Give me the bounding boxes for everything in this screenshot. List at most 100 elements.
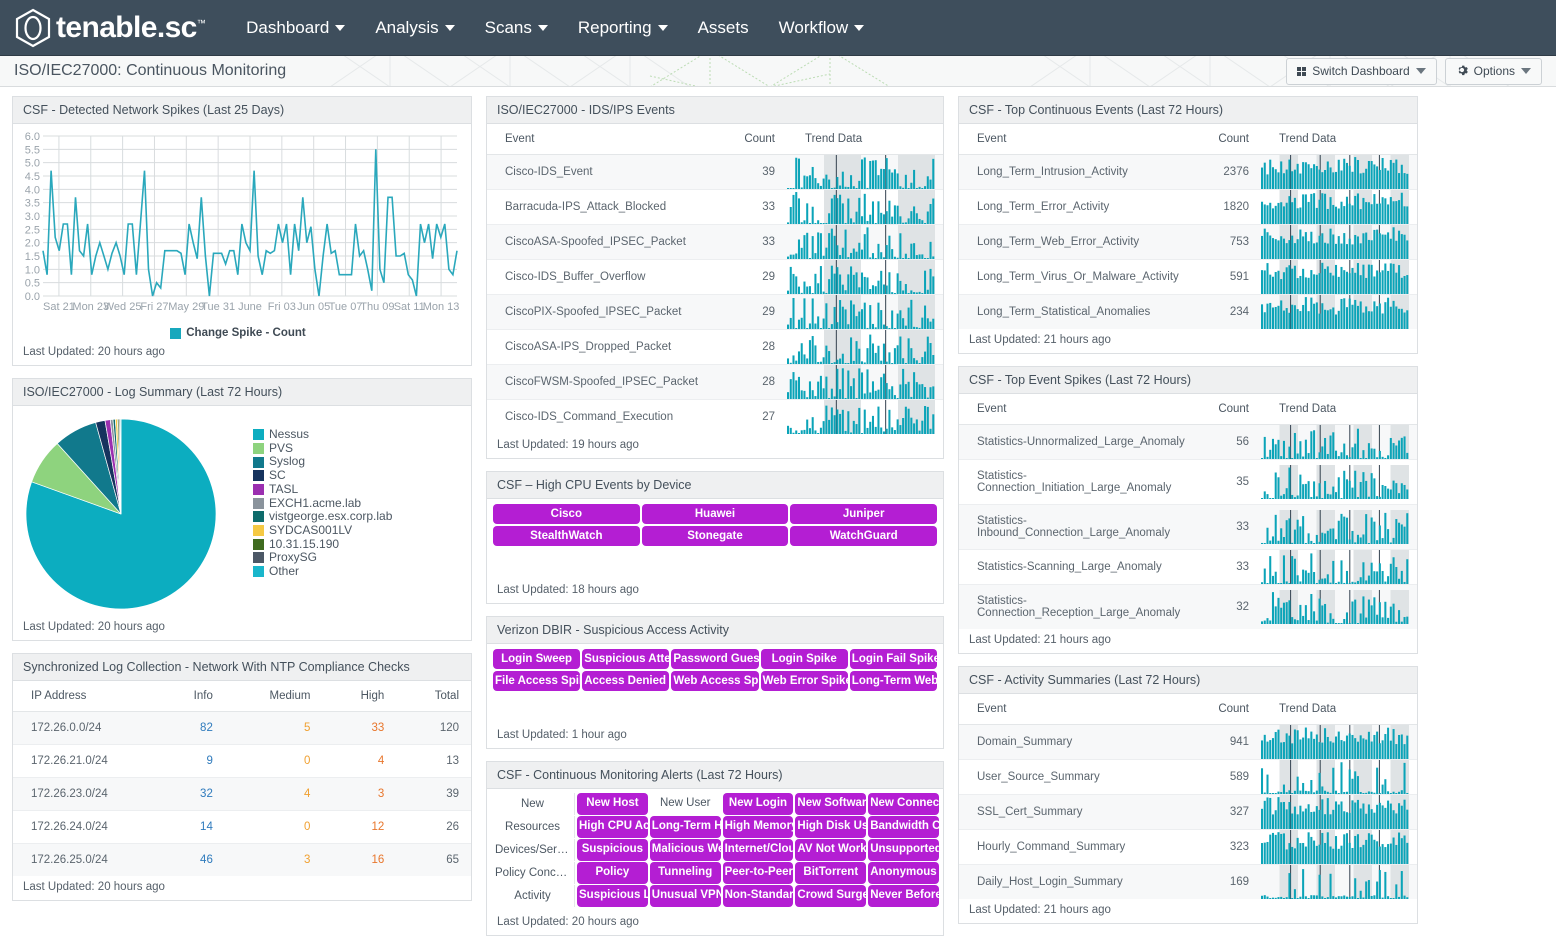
pie-legend-item[interactable]: SYDCAS001LV <box>253 523 392 537</box>
table-row[interactable]: Daily_Host_Login_Summary 169 <box>959 864 1417 899</box>
nav-item-scans[interactable]: Scans <box>470 12 563 44</box>
table-row[interactable]: User_Source_Summary 589 <box>959 759 1417 795</box>
pie-legend-item[interactable]: vistgeorge.esx.corp.lab <box>253 510 392 523</box>
nav-item-analysis[interactable]: Analysis <box>360 12 469 44</box>
cell-medium-count[interactable]: 0 <box>224 810 323 844</box>
table-row[interactable]: CiscoFWSM-Spoofed_IPSEC_Packet 28 <box>487 364 943 400</box>
cell-info-count[interactable]: 82 <box>157 711 225 745</box>
column-header-count[interactable]: Count <box>1183 694 1261 725</box>
event-badge[interactable]: Web Access Spike <box>671 671 759 691</box>
alert-badge[interactable]: Bandwidth Consumption <box>868 816 939 838</box>
event-badge[interactable]: Huawei <box>641 504 789 524</box>
pie-legend-item[interactable]: Syslog <box>253 455 392 468</box>
table-row[interactable]: 172.26.21.0/24 9 0 4 13 <box>13 744 471 778</box>
nav-item-reporting[interactable]: Reporting <box>563 12 683 44</box>
table-row[interactable]: CiscoPIX-Spoofed_IPSEC_Packet 29 <box>487 294 943 330</box>
cell-high-count[interactable]: 33 <box>322 711 397 745</box>
column-header-event[interactable]: Event <box>487 124 723 155</box>
table-row[interactable]: Hourly_Command_Summary 323 <box>959 829 1417 865</box>
table-row[interactable]: Domain_Summary 941 <box>959 724 1417 760</box>
pie-legend-item[interactable]: 10.31.15.190 <box>253 537 392 551</box>
pie-legend-item[interactable]: Nessus <box>253 427 392 441</box>
alert-badge[interactable]: AV Not Working <box>795 839 867 861</box>
column-header-medium[interactable]: Medium <box>224 681 323 712</box>
table-row[interactable]: Cisco-IDS_Buffer_Overflow 29 <box>487 259 943 295</box>
table-row[interactable]: CiscoASA-IPS_Dropped_Packet 28 <box>487 329 943 365</box>
event-badge[interactable]: Login Spike <box>760 649 848 669</box>
cell-high-count[interactable]: 3 <box>322 777 397 811</box>
alert-badge[interactable]: Peer-to-Peer <box>722 862 794 884</box>
alert-badge[interactable]: New Connection <box>868 793 939 815</box>
event-badge[interactable]: Login Fail Spike <box>849 649 937 669</box>
alert-badge[interactable]: Crowd Surge <box>795 885 867 907</box>
alert-badge[interactable]: Long-Term High CPU <box>649 816 721 838</box>
alert-badge[interactable]: New User <box>649 793 721 815</box>
cell-medium-count[interactable]: 0 <box>224 744 323 778</box>
event-badge[interactable]: Web Error Spike <box>760 671 848 691</box>
event-badge[interactable]: File Access Spike <box>493 671 581 691</box>
alert-badge[interactable]: Anonymous FTP <box>868 862 939 884</box>
table-row[interactable]: Cisco-IDS_Event 39 <box>487 154 943 190</box>
nav-item-assets[interactable]: Assets <box>683 12 764 44</box>
event-badge[interactable]: Access Denied Spike <box>582 671 670 691</box>
column-header-ip[interactable]: IP Address <box>13 681 158 712</box>
alert-badge[interactable]: Unsupported <box>868 839 939 861</box>
pie-legend-item[interactable]: PVS <box>253 441 392 455</box>
alert-badge[interactable]: Tunneling <box>649 862 721 884</box>
alert-badge[interactable]: Never Before Seen <box>868 885 939 907</box>
pie-legend-item[interactable]: EXCH1.acme.lab <box>253 496 392 510</box>
table-row[interactable]: SSL_Cert_Summary 327 <box>959 794 1417 830</box>
cell-high-count[interactable]: 4 <box>322 744 397 778</box>
event-badge[interactable]: Stonegate <box>641 526 789 546</box>
cell-high-count[interactable]: 16 <box>322 843 397 876</box>
alert-badge[interactable]: High Disk Usage <box>795 816 867 838</box>
alert-badge[interactable]: BitTorrent <box>795 862 867 884</box>
table-row[interactable]: Statistics-Connection_Initiation_Large_A… <box>959 459 1417 505</box>
table-row[interactable]: 172.26.0.0/24 82 5 33 120 <box>13 711 471 745</box>
switch-dashboard-button[interactable]: Switch Dashboard <box>1286 57 1437 85</box>
cell-medium-count[interactable]: 4 <box>224 777 323 811</box>
table-row[interactable]: Statistics-Scanning_Large_Anomaly 33 <box>959 549 1417 585</box>
nav-item-workflow[interactable]: Workflow <box>764 12 880 44</box>
event-badge[interactable]: Login Sweep <box>493 649 581 669</box>
column-header-total[interactable]: Total <box>396 681 471 712</box>
table-row[interactable]: 172.26.23.0/24 32 4 3 39 <box>13 777 471 811</box>
event-badge[interactable]: Cisco <box>493 504 640 524</box>
cell-info-count[interactable]: 32 <box>157 777 225 811</box>
alert-badge[interactable]: Unusual VPN <box>649 885 721 907</box>
column-header-info[interactable]: Info <box>157 681 225 712</box>
alert-badge[interactable]: Suspicious Login <box>577 885 648 907</box>
options-button[interactable]: Options <box>1444 57 1542 85</box>
pie-legend-item[interactable]: ProxySG <box>253 551 392 564</box>
tenable-logo[interactable]: tenable.sc™ <box>14 8 206 48</box>
table-row[interactable]: Statistics-Unnormalized_Large_Anomaly 56 <box>959 424 1417 460</box>
alert-badge[interactable]: New Software <box>795 793 867 815</box>
alert-badge[interactable]: Non-Standard Type <box>722 885 794 907</box>
table-row[interactable]: Long_Term_Web_Error_Activity 753 <box>959 224 1417 260</box>
column-header-event[interactable]: Event <box>959 124 1198 155</box>
cell-info-count[interactable]: 9 <box>157 744 225 778</box>
table-row[interactable]: Long_Term_Statistical_Anomalies 234 <box>959 294 1417 329</box>
column-header-trend[interactable]: Trend Data <box>1261 694 1417 725</box>
cell-info-count[interactable]: 14 <box>157 810 225 844</box>
cell-info-count[interactable]: 46 <box>157 843 225 876</box>
table-row[interactable]: Statistics-Inbound_Connection_Large_Anom… <box>959 504 1417 550</box>
column-header-event[interactable]: Event <box>959 394 1201 425</box>
cell-medium-count[interactable]: 3 <box>224 843 323 876</box>
alert-badge[interactable]: Policy <box>577 862 648 884</box>
column-header-trend[interactable]: Trend Data <box>1261 124 1417 155</box>
table-row[interactable]: CiscoASA-Spoofed_IPSEC_Packet 33 <box>487 224 943 260</box>
column-header-trend[interactable]: Trend Data <box>787 124 943 155</box>
cell-medium-count[interactable]: 5 <box>224 711 323 745</box>
alert-badge[interactable]: Suspicious <box>577 839 648 861</box>
pie-legend-item[interactable]: Other <box>253 564 392 578</box>
event-badge[interactable]: Juniper <box>790 504 937 524</box>
column-header-count[interactable]: Count <box>1200 394 1261 425</box>
nav-item-dashboard[interactable]: Dashboard <box>231 12 360 44</box>
event-badge[interactable]: WatchGuard <box>790 526 937 546</box>
table-row[interactable]: Statistics-Connection_Reception_Large_An… <box>959 584 1417 629</box>
column-header-trend[interactable]: Trend Data <box>1261 394 1417 425</box>
column-header-high[interactable]: High <box>322 681 397 712</box>
alert-badge[interactable]: New Host <box>577 793 648 815</box>
table-row[interactable]: Long_Term_Error_Activity 1820 <box>959 189 1417 225</box>
